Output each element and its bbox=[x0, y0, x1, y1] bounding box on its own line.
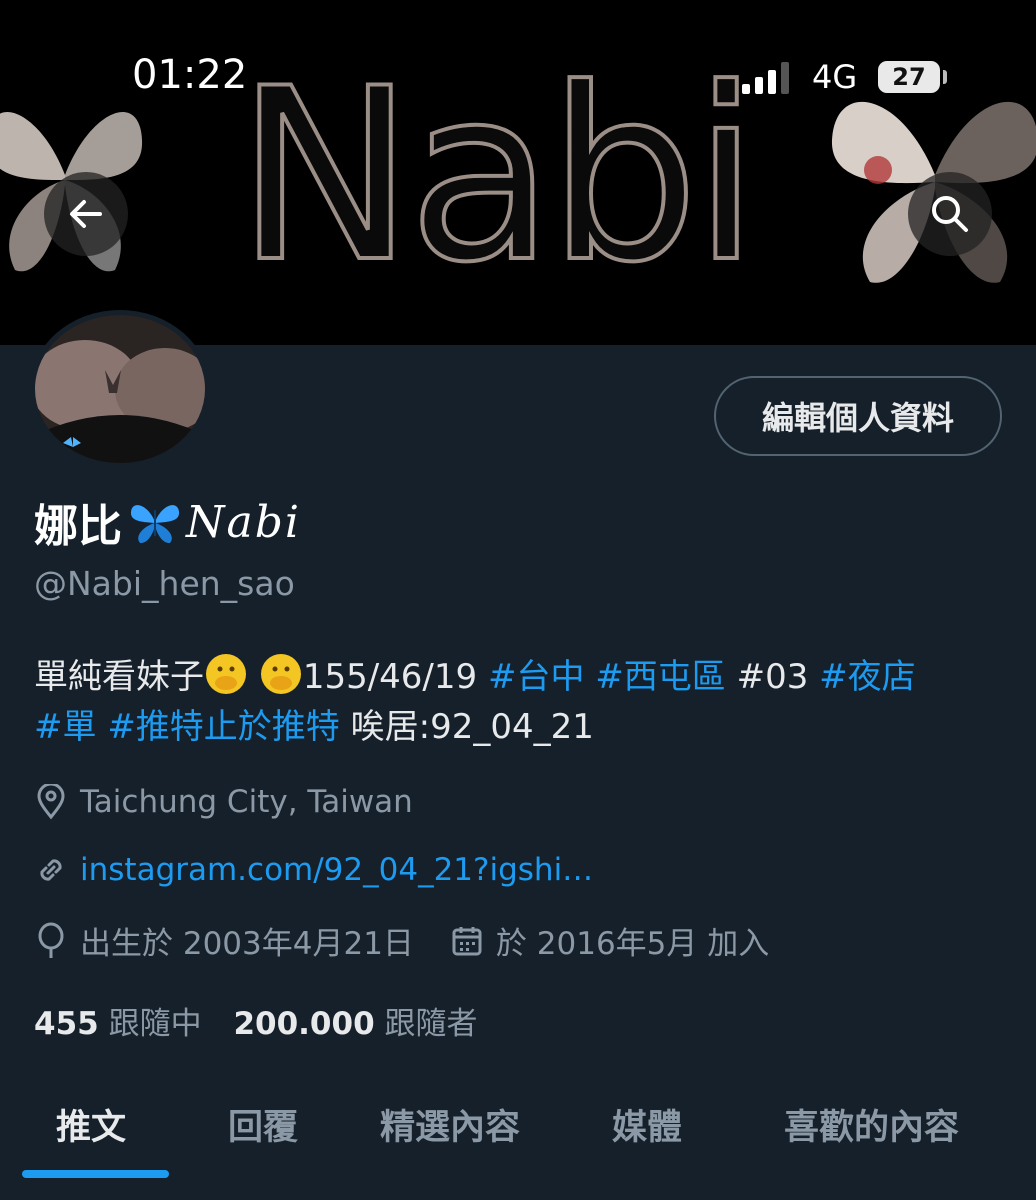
banner-logo-text: Nabi bbox=[234, 38, 761, 315]
battery-tip bbox=[943, 70, 947, 84]
search-button[interactable] bbox=[908, 172, 992, 256]
location-row: Taichung City, Taiwan bbox=[34, 784, 413, 820]
follow-stats: 455 跟隨中 200.000 跟隨者 bbox=[34, 998, 478, 1043]
hand-over-mouth-emoji-icon bbox=[260, 654, 301, 694]
tab-likes[interactable]: 喜歡的內容 bbox=[784, 1099, 959, 1150]
followers-label: 跟隨者 bbox=[384, 1006, 478, 1042]
bio-text: 單純看妹子 bbox=[34, 657, 204, 697]
following-label: 跟隨中 bbox=[108, 1006, 202, 1042]
network-type: 4G bbox=[812, 58, 858, 96]
avatar-photo bbox=[35, 315, 205, 463]
back-arrow-icon bbox=[70, 200, 102, 228]
active-tab-indicator bbox=[22, 1170, 169, 1178]
following-link[interactable]: 455 跟隨中 bbox=[34, 1006, 202, 1042]
avatar[interactable] bbox=[30, 310, 210, 468]
status-time: 01:22 bbox=[132, 52, 248, 98]
signal-strength-icon bbox=[742, 62, 789, 94]
balloon-icon bbox=[38, 922, 64, 958]
joined-text: 於 2016年5月 加入 bbox=[495, 926, 770, 962]
display-name-text: 娜比 bbox=[34, 501, 122, 552]
followers-link[interactable]: 200.000 跟隨者 bbox=[233, 1006, 477, 1042]
dates-row: 出生於 2003年4月21日 於 2016年5月 加入 bbox=[34, 918, 769, 963]
bio: 單純看妹子 155/46/19 #台中 #西屯區 #03 #夜店 #單 #推特止… bbox=[34, 652, 1004, 752]
bio-hashtag-text: #03 bbox=[736, 657, 809, 697]
calendar-icon bbox=[452, 926, 482, 955]
hashtag-link[interactable]: #西屯區 bbox=[595, 657, 726, 697]
following-count: 455 bbox=[34, 1006, 99, 1042]
back-button[interactable] bbox=[44, 172, 128, 256]
followers-count: 200.000 bbox=[233, 1006, 375, 1042]
hashtag-link[interactable]: #台中 bbox=[488, 657, 585, 697]
location-pin-icon bbox=[37, 784, 65, 820]
hashtag-link[interactable]: #單 bbox=[34, 707, 97, 747]
tab-replies[interactable]: 回覆 bbox=[228, 1099, 298, 1150]
tab-posts[interactable]: 推文 bbox=[56, 1099, 126, 1150]
tab-media[interactable]: 媒體 bbox=[612, 1099, 682, 1150]
website-link[interactable]: instagram.com/92_04_21?igshi… bbox=[80, 852, 593, 888]
hashtag-link[interactable]: #夜店 bbox=[819, 657, 916, 697]
user-handle: @Nabi_hen_sao bbox=[34, 564, 295, 603]
link-icon bbox=[40, 859, 62, 881]
search-icon bbox=[932, 196, 968, 232]
birthday-text: 出生於 2003年4月21日 bbox=[80, 926, 414, 962]
bio-text: 唉居:92_04_21 bbox=[350, 707, 594, 747]
tab-highlights[interactable]: 精選內容 bbox=[380, 1099, 520, 1150]
hashtag-link[interactable]: #推特止於推特 bbox=[107, 707, 340, 747]
display-name: 娜比 Nabi bbox=[34, 490, 301, 554]
website-row: instagram.com/92_04_21?igshi… bbox=[34, 852, 593, 888]
edit-profile-button[interactable]: 編輯個人資料 bbox=[714, 376, 1002, 456]
bio-stats: 155/46/19 bbox=[302, 657, 478, 697]
display-name-script: Nabi bbox=[186, 496, 301, 548]
battery-indicator: 27 bbox=[878, 61, 940, 93]
blue-butterfly-icon bbox=[130, 505, 180, 544]
location-text: Taichung City, Taiwan bbox=[80, 784, 413, 820]
hand-over-mouth-emoji-icon bbox=[206, 654, 246, 694]
profile-tabs: 推文 回覆 精選內容 媒體 喜歡的內容 bbox=[0, 1085, 1036, 1200]
